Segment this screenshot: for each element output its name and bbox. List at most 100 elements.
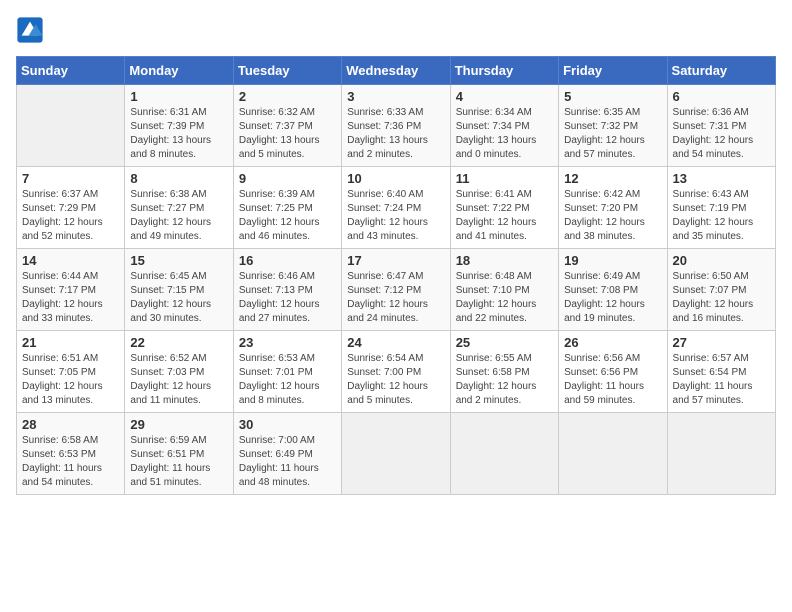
day-info: Sunrise: 6:39 AM Sunset: 7:25 PM Dayligh… <box>239 188 336 244</box>
day-number: 24 <box>347 335 444 350</box>
day-number: 27 <box>673 335 770 350</box>
day-info: Sunrise: 6:41 AM Sunset: 7:22 PM Dayligh… <box>456 188 553 244</box>
calendar-cell: 15Sunrise: 6:45 AM Sunset: 7:15 PM Dayli… <box>125 249 233 331</box>
day-number: 30 <box>239 417 336 432</box>
day-number: 22 <box>130 335 227 350</box>
day-number: 3 <box>347 89 444 104</box>
calendar-week-row: 28Sunrise: 6:58 AM Sunset: 6:53 PM Dayli… <box>17 413 776 495</box>
calendar-cell: 26 Sunrise: 6:56 AM Sunset: 6:56 PM Dayli… <box>559 331 667 413</box>
calendar-cell: 23 Sunrise: 6:53 AM Sunset: 7:01 PM Dayli… <box>233 331 341 413</box>
calendar-cell: 30 Sunrise: 7:00 AM Sunset: 6:49 PM Dayli… <box>233 413 341 495</box>
day-info: Sunrise: 6:54 AM Sunset: 7:00 PM Dayligh… <box>347 352 444 408</box>
day-number: 20 <box>673 253 770 268</box>
calendar-week-row: 7Sunrise: 6:37 AM Sunset: 7:29 PM Daylig… <box>17 167 776 249</box>
day-info: Sunrise: 6:40 AM Sunset: 7:24 PM Dayligh… <box>347 188 444 244</box>
day-number: 29 <box>130 417 227 432</box>
calendar-cell <box>559 413 667 495</box>
day-info: Sunrise: 6:35 AM Sunset: 7:32 PM Dayligh… <box>564 106 661 162</box>
day-info: Sunrise: 6:46 AM Sunset: 7:13 PM Dayligh… <box>239 270 336 326</box>
day-number: 13 <box>673 171 770 186</box>
calendar-cell <box>17 85 125 167</box>
day-of-week-header: Wednesday <box>342 57 450 85</box>
calendar-cell: 14 Sunrise: 6:44 AM Sunset: 7:17 PM Dayli… <box>17 249 125 331</box>
day-of-week-header: Sunday <box>17 57 125 85</box>
day-info: Sunrise: 6:34 AM Sunset: 7:34 PM Dayligh… <box>456 106 553 162</box>
day-number: 18 <box>456 253 553 268</box>
calendar-cell: 10Sunrise: 6:40 AM Sunset: 7:24 PM Dayli… <box>342 167 450 249</box>
day-info: Sunrise: 6:52 AM Sunset: 7:03 PM Dayligh… <box>130 352 227 408</box>
day-info: Sunrise: 7:00 AM Sunset: 6:49 PM Dayligh… <box>239 434 336 490</box>
day-number: 8 <box>130 171 227 186</box>
day-info: Sunrise: 6:50 AM Sunset: 7:07 PM Dayligh… <box>673 270 770 326</box>
day-number: 5 <box>564 89 661 104</box>
calendar-cell <box>450 413 558 495</box>
logo-icon <box>16 16 44 44</box>
day-info: Sunrise: 6:31 AM Sunset: 7:39 PM Dayligh… <box>130 106 227 162</box>
day-number: 16 <box>239 253 336 268</box>
day-info: Sunrise: 6:36 AM Sunset: 7:31 PM Dayligh… <box>673 106 770 162</box>
day-info: Sunrise: 6:45 AM Sunset: 7:15 PM Dayligh… <box>130 270 227 326</box>
day-info: Sunrise: 6:51 AM Sunset: 7:05 PM Dayligh… <box>22 352 119 408</box>
calendar-cell: 13 Sunrise: 6:43 AM Sunset: 7:19 PM Dayli… <box>667 167 775 249</box>
calendar-cell: 29 Sunrise: 6:59 AM Sunset: 6:51 PM Dayli… <box>125 413 233 495</box>
calendar-cell: 16 Sunrise: 6:46 AM Sunset: 7:13 PM Dayli… <box>233 249 341 331</box>
calendar-cell: 20 Sunrise: 6:50 AM Sunset: 7:07 PM Dayli… <box>667 249 775 331</box>
day-info: Sunrise: 6:47 AM Sunset: 7:12 PM Dayligh… <box>347 270 444 326</box>
day-of-week-header: Monday <box>125 57 233 85</box>
calendar-header-row: SundayMondayTuesdayWednesdayThursdayFrid… <box>17 57 776 85</box>
day-number: 26 <box>564 335 661 350</box>
calendar-cell: 9 Sunrise: 6:39 AM Sunset: 7:25 PM Daylig… <box>233 167 341 249</box>
day-number: 19 <box>564 253 661 268</box>
calendar-cell: 1 Sunrise: 6:31 AM Sunset: 7:39 PM Daylig… <box>125 85 233 167</box>
calendar-cell: 11 Sunrise: 6:41 AM Sunset: 7:22 PM Dayli… <box>450 167 558 249</box>
day-info: Sunrise: 6:56 AM Sunset: 6:56 PM Dayligh… <box>564 352 661 408</box>
calendar-week-row: 21 Sunrise: 6:51 AM Sunset: 7:05 PM Dayli… <box>17 331 776 413</box>
calendar-cell: 6 Sunrise: 6:36 AM Sunset: 7:31 PM Daylig… <box>667 85 775 167</box>
day-number: 2 <box>239 89 336 104</box>
day-number: 4 <box>456 89 553 104</box>
calendar-cell <box>667 413 775 495</box>
day-info: Sunrise: 6:33 AM Sunset: 7:36 PM Dayligh… <box>347 106 444 162</box>
calendar-table: SundayMondayTuesdayWednesdayThursdayFrid… <box>16 56 776 495</box>
calendar-cell: 8Sunrise: 6:38 AM Sunset: 7:27 PM Daylig… <box>125 167 233 249</box>
day-number: 14 <box>22 253 119 268</box>
calendar-cell: 27 Sunrise: 6:57 AM Sunset: 6:54 PM Dayli… <box>667 331 775 413</box>
logo <box>16 16 48 44</box>
day-info: Sunrise: 6:49 AM Sunset: 7:08 PM Dayligh… <box>564 270 661 326</box>
calendar-cell: 22 Sunrise: 6:52 AM Sunset: 7:03 PM Dayli… <box>125 331 233 413</box>
calendar-cell: 24 Sunrise: 6:54 AM Sunset: 7:00 PM Dayli… <box>342 331 450 413</box>
calendar-cell: 25 Sunrise: 6:55 AM Sunset: 6:58 PM Dayli… <box>450 331 558 413</box>
day-info: Sunrise: 6:48 AM Sunset: 7:10 PM Dayligh… <box>456 270 553 326</box>
day-info: Sunrise: 6:55 AM Sunset: 6:58 PM Dayligh… <box>456 352 553 408</box>
day-info: Sunrise: 6:53 AM Sunset: 7:01 PM Dayligh… <box>239 352 336 408</box>
day-info: Sunrise: 6:59 AM Sunset: 6:51 PM Dayligh… <box>130 434 227 490</box>
day-info: Sunrise: 6:43 AM Sunset: 7:19 PM Dayligh… <box>673 188 770 244</box>
calendar-week-row: 14 Sunrise: 6:44 AM Sunset: 7:17 PM Dayli… <box>17 249 776 331</box>
calendar-week-row: 1 Sunrise: 6:31 AM Sunset: 7:39 PM Daylig… <box>17 85 776 167</box>
day-number: 25 <box>456 335 553 350</box>
calendar-cell: 7Sunrise: 6:37 AM Sunset: 7:29 PM Daylig… <box>17 167 125 249</box>
calendar-cell: 2 Sunrise: 6:32 AM Sunset: 7:37 PM Daylig… <box>233 85 341 167</box>
day-number: 28 <box>22 417 119 432</box>
day-number: 23 <box>239 335 336 350</box>
day-of-week-header: Tuesday <box>233 57 341 85</box>
calendar-cell: 4 Sunrise: 6:34 AM Sunset: 7:34 PM Daylig… <box>450 85 558 167</box>
day-number: 17 <box>347 253 444 268</box>
day-number: 9 <box>239 171 336 186</box>
calendar-cell: 19 Sunrise: 6:49 AM Sunset: 7:08 PM Dayli… <box>559 249 667 331</box>
day-number: 11 <box>456 171 553 186</box>
day-of-week-header: Thursday <box>450 57 558 85</box>
calendar-cell <box>342 413 450 495</box>
day-number: 1 <box>130 89 227 104</box>
day-of-week-header: Saturday <box>667 57 775 85</box>
day-number: 21 <box>22 335 119 350</box>
calendar-cell: 12Sunrise: 6:42 AM Sunset: 7:20 PM Dayli… <box>559 167 667 249</box>
day-info: Sunrise: 6:42 AM Sunset: 7:20 PM Dayligh… <box>564 188 661 244</box>
day-info: Sunrise: 6:44 AM Sunset: 7:17 PM Dayligh… <box>22 270 119 326</box>
day-info: Sunrise: 6:57 AM Sunset: 6:54 PM Dayligh… <box>673 352 770 408</box>
day-of-week-header: Friday <box>559 57 667 85</box>
page-header <box>16 16 776 44</box>
day-number: 6 <box>673 89 770 104</box>
calendar-cell: 3 Sunrise: 6:33 AM Sunset: 7:36 PM Daylig… <box>342 85 450 167</box>
day-info: Sunrise: 6:32 AM Sunset: 7:37 PM Dayligh… <box>239 106 336 162</box>
